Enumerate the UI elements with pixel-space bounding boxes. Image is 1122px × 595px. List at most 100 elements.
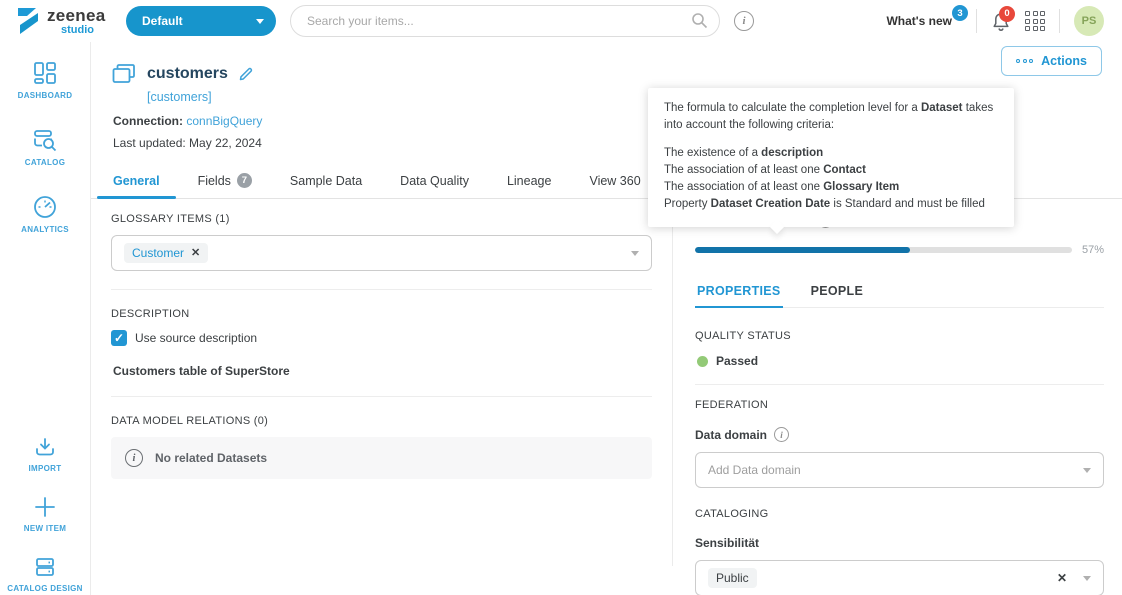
actions-button-label: Actions	[1041, 54, 1087, 68]
whats-new-badge: 3	[952, 5, 968, 21]
edit-pencil-icon[interactable]	[238, 66, 254, 82]
description-title: DESCRIPTION	[111, 308, 652, 320]
actions-button[interactable]: Actions	[1001, 46, 1102, 76]
ellipsis-icon	[1016, 59, 1033, 63]
notifications-badge: 0	[999, 6, 1015, 22]
sidebar-bottom-group: IMPORT NEW ITEM	[0, 435, 90, 595]
zeenea-studio-app: zeenea studio Default i What's new 3	[0, 0, 1122, 595]
chevron-down-icon[interactable]	[631, 251, 639, 256]
tab-label: General	[113, 174, 160, 188]
tab-label: View 360	[589, 174, 640, 188]
completion-progress-track	[695, 247, 1072, 253]
sidebar: DASHBOARD CATALOG	[0, 42, 90, 595]
tab-data-quality[interactable]: Data Quality	[384, 164, 485, 198]
apps-grid-icon[interactable]	[1025, 11, 1045, 31]
sidebar-item-new-item[interactable]: NEW ITEM	[0, 495, 90, 533]
use-source-description-row[interactable]: ✓ Use source description	[111, 330, 652, 346]
chevron-down-icon	[256, 19, 264, 24]
tab-sample-data[interactable]: Sample Data	[274, 164, 378, 198]
catalog-icon	[32, 127, 58, 153]
quality-status-dot	[697, 356, 708, 367]
sensibility-label: Sensibilität	[695, 536, 1104, 550]
general-left-column: GLOSSARY ITEMS (1) Customer ✕ DESCRIPTIO…	[91, 199, 672, 566]
remove-glossary-icon[interactable]: ✕	[191, 248, 200, 259]
chevron-down-icon[interactable]	[1083, 576, 1091, 581]
global-search	[290, 5, 720, 37]
top-bar: zeenea studio Default i What's new 3	[0, 0, 1122, 42]
tab-label: Fields	[198, 174, 231, 188]
sidebar-item-label: CATALOG DESIGN	[7, 584, 82, 593]
description-text: Customers table of SuperStore	[113, 364, 652, 378]
connection-link[interactable]: connBigQuery	[186, 114, 262, 128]
workspace-selector[interactable]: Default	[126, 6, 276, 36]
subtab-properties[interactable]: PROPERTIES	[695, 278, 783, 307]
clear-selection-icon[interactable]: ✕	[1057, 571, 1067, 585]
sidebar-item-label: IMPORT	[29, 464, 62, 473]
chevron-down-icon[interactable]	[1083, 468, 1091, 473]
plus-icon	[33, 495, 57, 519]
data-domain-info-icon[interactable]: i	[774, 427, 789, 442]
checkbox-checked-icon[interactable]: ✓	[111, 330, 127, 346]
whats-new-button[interactable]: What's new 3	[886, 14, 962, 28]
fields-count-badge: 7	[237, 173, 252, 188]
header-right-group: What's new 3 0 PS	[886, 6, 1104, 36]
glossary-items-select[interactable]: Customer ✕	[111, 235, 652, 271]
glossary-chip: Customer ✕	[124, 243, 208, 263]
sidebar-item-label: NEW ITEM	[24, 524, 66, 533]
tab-fields[interactable]: Fields 7	[182, 164, 268, 198]
sensibility-select[interactable]: Public ✕	[695, 560, 1104, 595]
sidebar-top-group: DASHBOARD CATALOG	[0, 60, 90, 234]
tab-general[interactable]: General	[97, 164, 176, 198]
sidebar-item-label: DASHBOARD	[18, 91, 73, 100]
sidebar-item-import[interactable]: IMPORT	[0, 435, 90, 473]
logo-text: zeenea studio	[47, 7, 106, 36]
glossary-items-title: GLOSSARY ITEMS (1)	[111, 213, 652, 225]
section-divider	[695, 384, 1104, 385]
data-model-relations-title: DATA MODEL RELATIONS (0)	[111, 415, 652, 427]
glossary-chip-label: Customer	[132, 246, 184, 260]
tab-lineage[interactable]: Lineage	[491, 164, 568, 198]
sidebar-item-label: CATALOG	[25, 158, 65, 167]
no-relations-text: No related Datasets	[155, 451, 267, 465]
logo-primary: zeenea	[47, 7, 106, 24]
completion-level-tooltip: The formula to calculate the completion …	[648, 88, 1014, 227]
sidebar-item-analytics[interactable]: ANALYTICS	[0, 194, 90, 234]
user-avatar[interactable]: PS	[1074, 6, 1104, 36]
content-columns: GLOSSARY ITEMS (1) Customer ✕ DESCRIPTIO…	[91, 199, 1122, 566]
catalog-design-icon	[33, 555, 57, 579]
header-divider	[1059, 9, 1060, 33]
analytics-icon	[32, 194, 58, 220]
completion-progress-row: 57%	[695, 244, 1104, 256]
connection-label: Connection:	[113, 114, 183, 128]
search-icon	[691, 12, 708, 29]
sensibility-chip-label: Public	[716, 571, 749, 585]
header-divider	[976, 9, 977, 33]
data-domain-placeholder: Add Data domain	[708, 463, 801, 477]
quality-status-title: QUALITY STATUS	[695, 330, 1104, 342]
sidebar-item-catalog-design[interactable]: CATALOG DESIGN	[0, 555, 90, 593]
completion-progress-fill	[695, 247, 910, 253]
zeenea-logo-icon	[16, 7, 40, 35]
checkbox-label: Use source description	[135, 331, 257, 345]
title-row: customers	[111, 62, 1100, 86]
tab-label: Sample Data	[290, 174, 362, 188]
data-domain-label: Data domain	[695, 428, 767, 442]
sidebar-item-dashboard[interactable]: DASHBOARD	[0, 60, 90, 100]
notifications-button[interactable]: 0	[991, 11, 1011, 32]
tab-view-360[interactable]: View 360	[573, 164, 656, 198]
details-right-column: COMPLETION LEVEL i 57% PROPERTIES PEOPLE…	[672, 199, 1122, 566]
tooltip-criteria-list: The existence of a descriptionThe associ…	[664, 145, 998, 214]
section-divider	[111, 289, 652, 290]
data-domain-select[interactable]: Add Data domain	[695, 452, 1104, 488]
tab-label: Data Quality	[400, 174, 469, 188]
whats-new-label: What's new	[886, 14, 952, 28]
zeenea-logo[interactable]: zeenea studio	[16, 7, 112, 36]
federation-title: FEDERATION	[695, 399, 1104, 411]
help-info-icon[interactable]: i	[734, 11, 754, 31]
cataloging-title: CATALOGING	[695, 508, 1104, 520]
quality-status-row: Passed	[697, 354, 1104, 368]
subtab-people[interactable]: PEOPLE	[809, 278, 866, 307]
search-input[interactable]	[290, 5, 720, 37]
completion-percent: 57%	[1082, 244, 1104, 256]
sidebar-item-catalog[interactable]: CATALOG	[0, 127, 90, 167]
